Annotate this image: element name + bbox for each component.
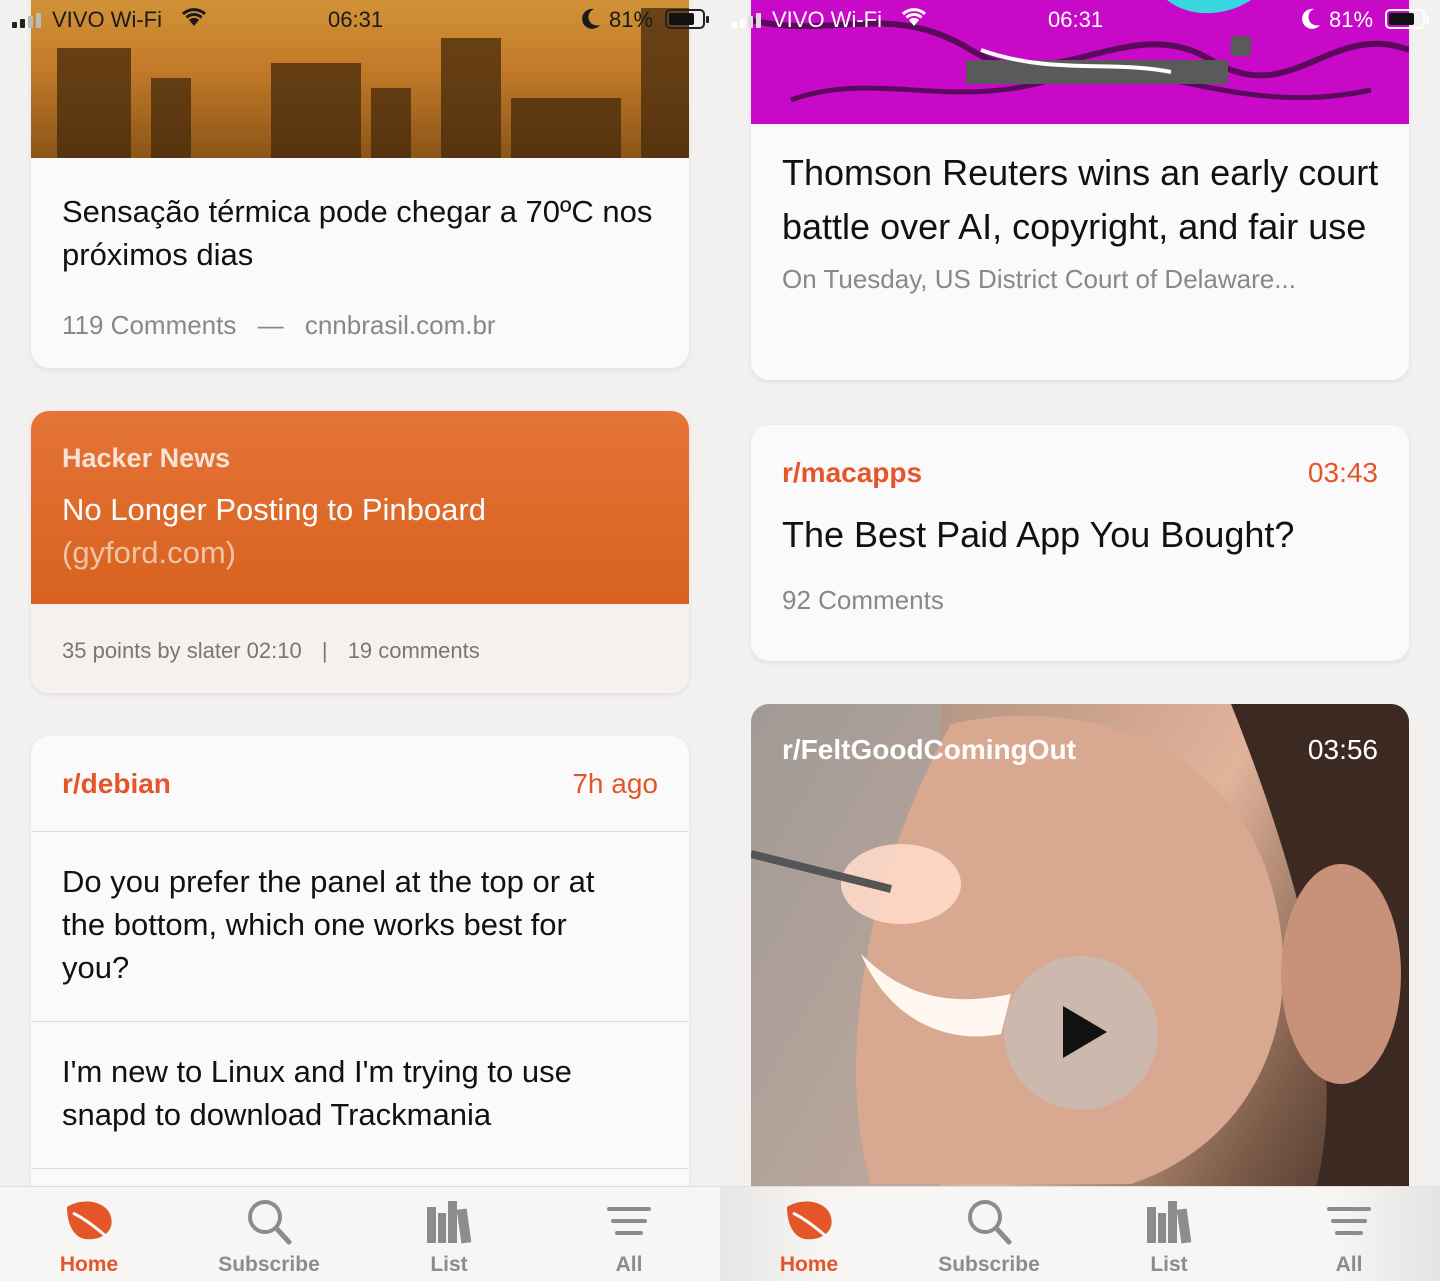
divider: [31, 1168, 689, 1169]
search-icon: [968, 1200, 1012, 1245]
news-card[interactable]: Thomson Reuters wins an early court batt…: [751, 0, 1409, 380]
hn-card-footer: 35 points by slater 02:10 | 19 comments: [31, 604, 689, 693]
video-overlay: r/FeltGoodComingOut 03:56: [782, 734, 1378, 766]
tab-home[interactable]: Home: [739, 1197, 879, 1277]
tab-subscribe[interactable]: Subscribe: [919, 1197, 1059, 1277]
clock: 06:31: [1048, 7, 1104, 32]
tab-all[interactable]: All: [559, 1197, 699, 1277]
subreddit-header: r/debian 7h ago: [31, 768, 689, 831]
tab-all[interactable]: All: [1279, 1197, 1419, 1277]
moon-icon: [1302, 8, 1320, 29]
play-icon: [1063, 1006, 1107, 1058]
news-title: Sensação térmica pode chegar a 70ºC nos …: [62, 194, 653, 272]
news-meta: 119 Comments — cnnbrasil.com.br: [31, 310, 689, 341]
tab-label: All: [1335, 1253, 1363, 1276]
tab-label: Subscribe: [218, 1253, 320, 1276]
tab-label: Subscribe: [938, 1253, 1040, 1276]
hn-card-header: Hacker News No Longer Posting to Pinboar…: [31, 411, 689, 604]
news-excerpt: On Tuesday, US District Court of Delawar…: [782, 264, 1296, 294]
hn-title: No Longer Posting to Pinboard: [62, 492, 486, 527]
subreddit-name[interactable]: r/macapps: [782, 457, 922, 489]
wifi-icon: [181, 8, 207, 26]
hn-card[interactable]: Hacker News No Longer Posting to Pinboar…: [31, 411, 689, 693]
carrier-label: VIVO Wi-Fi: [772, 7, 882, 32]
tab-bar: Home Subscribe List All: [720, 1186, 1440, 1281]
post-title: The Best Paid App You Bought?: [782, 514, 1295, 555]
tab-label: List: [430, 1253, 468, 1276]
moon-icon: [582, 8, 600, 29]
tab-label: All: [615, 1253, 643, 1276]
books-icon: [1147, 1201, 1192, 1244]
right-screen: VIVO Wi-Fi 06:31 81% Thomson Reuters win…: [720, 0, 1440, 1281]
battery-percent: 81%: [1329, 7, 1374, 32]
tab-list[interactable]: List: [1099, 1197, 1239, 1277]
comment-count[interactable]: 119 Comments: [62, 310, 236, 340]
tab-label: Home: [59, 1253, 119, 1276]
carrier-label: VIVO Wi-Fi: [52, 7, 162, 32]
news-title: Thomson Reuters wins an early court batt…: [782, 152, 1379, 247]
play-button[interactable]: [1004, 956, 1158, 1110]
post-time: 7h ago: [572, 768, 658, 799]
news-card[interactable]: Sensação térmica pode chegar a 70ºC nos …: [31, 0, 689, 368]
clock: 06:31: [328, 7, 384, 32]
status-bar: VIVO Wi-Fi 06:31 81%: [720, 0, 1440, 40]
subreddit-name[interactable]: r/FeltGoodComingOut: [782, 734, 1076, 766]
status-bar: VIVO Wi-Fi 06:31 81%: [0, 0, 720, 40]
tab-subscribe[interactable]: Subscribe: [199, 1197, 339, 1277]
tab-list[interactable]: List: [379, 1197, 519, 1277]
tab-bar: Home Subscribe List All: [0, 1186, 720, 1281]
wifi-icon: [901, 8, 927, 26]
tab-label: Home: [779, 1253, 839, 1276]
menu-lines-icon: [607, 1207, 651, 1235]
video-thumbnail: [751, 704, 1409, 1204]
tab-label: List: [1150, 1253, 1188, 1276]
tab-home[interactable]: Home: [19, 1197, 159, 1277]
post-item[interactable]: I'm new to Linux and I'm trying to use s…: [31, 1022, 689, 1168]
battery-icon: [1385, 9, 1429, 29]
hn-meta: 35 points by slater 02:10: [62, 638, 302, 663]
signal-icon: [732, 12, 761, 28]
hn-source: Hacker News: [62, 443, 231, 473]
comment-count[interactable]: 92 Comments: [751, 585, 1409, 616]
post-time: 03:43: [1307, 457, 1378, 488]
books-icon: [427, 1201, 472, 1244]
hn-comments[interactable]: 19 comments: [348, 638, 480, 663]
signal-icon: [12, 12, 41, 28]
leaf-icon: [787, 1201, 832, 1240]
meta-separator: —: [257, 310, 284, 340]
post-time: 03:56: [1307, 734, 1378, 765]
subreddit-card[interactable]: r/macapps 03:43 The Best Paid App You Bo…: [751, 425, 1409, 661]
battery-icon: [665, 9, 709, 29]
hn-meta-separator: |: [321, 638, 328, 663]
subreddit-header: r/macapps 03:43: [751, 457, 1409, 489]
search-icon: [248, 1200, 292, 1245]
hn-domain: (gyford.com): [62, 535, 236, 570]
subreddit-name[interactable]: r/debian: [62, 768, 171, 831]
video-card[interactable]: r/FeltGoodComingOut 03:56: [751, 704, 1409, 1204]
menu-lines-icon: [1327, 1207, 1371, 1235]
post-item[interactable]: Do you prefer the panel at the top or at…: [31, 832, 689, 1021]
news-domain[interactable]: cnnbrasil.com.br: [305, 310, 496, 340]
left-screen: VIVO Wi-Fi 06:31 81% Sensação térmica po…: [0, 0, 720, 1281]
battery-percent: 81%: [609, 7, 654, 32]
leaf-icon: [67, 1201, 112, 1240]
